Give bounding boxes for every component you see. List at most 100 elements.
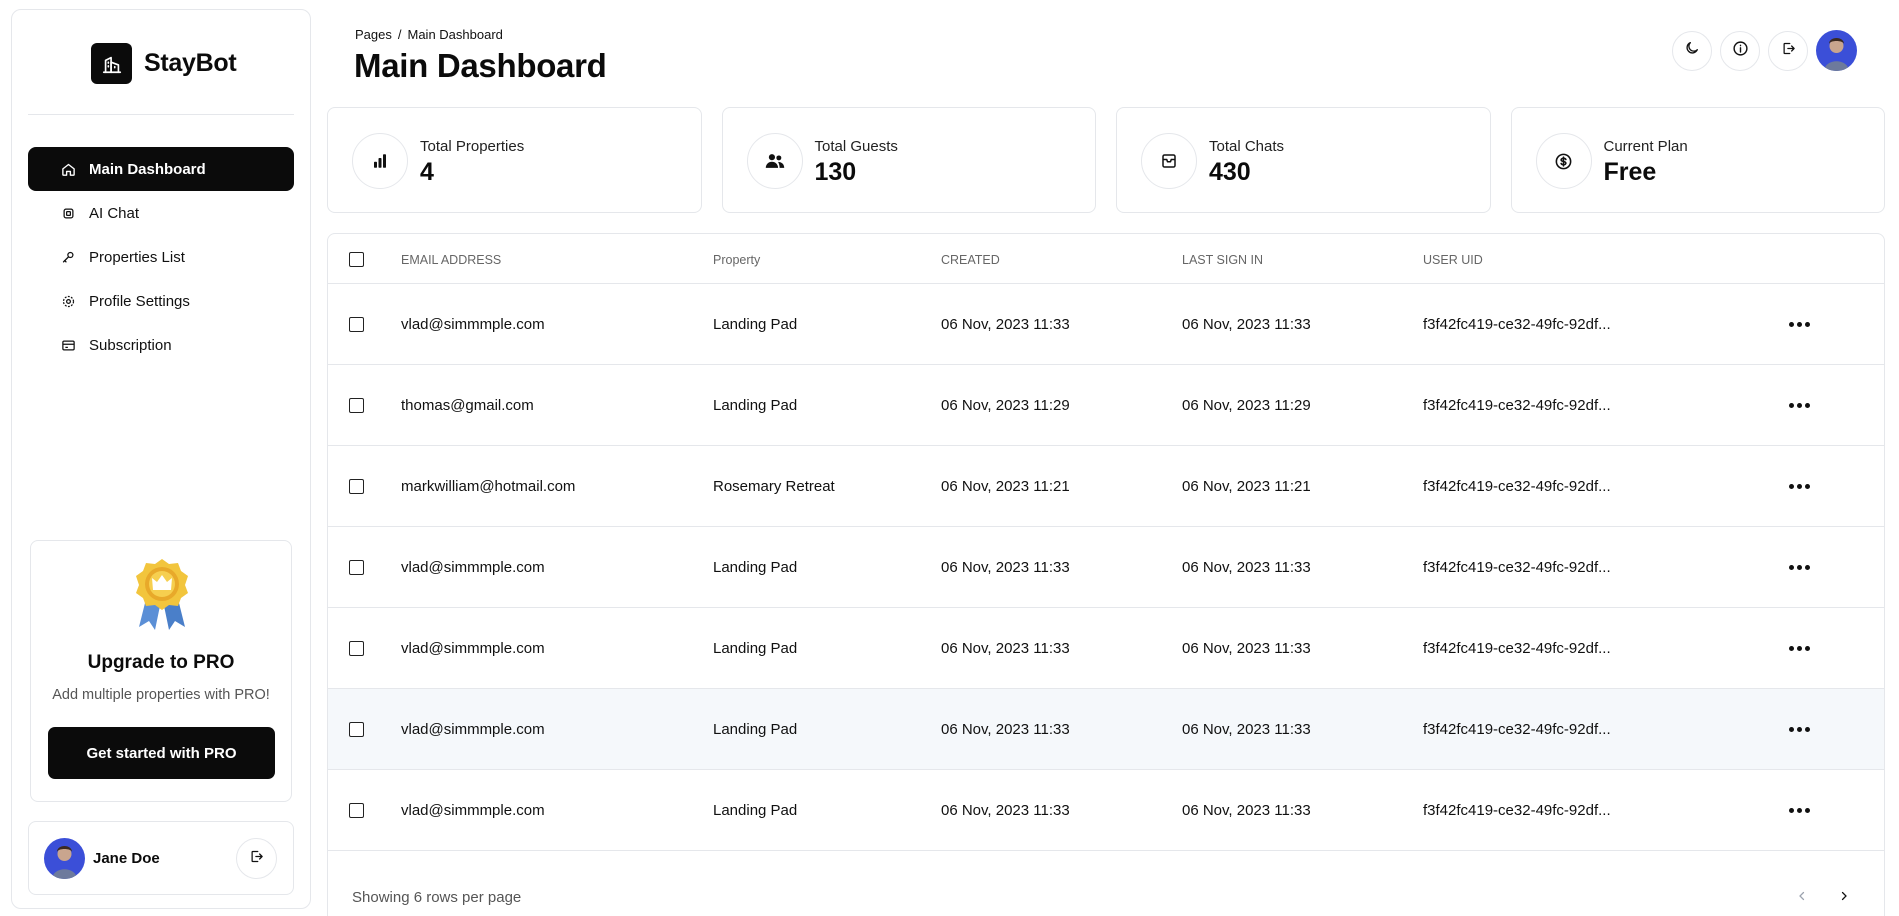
cell-created: 06 Nov, 2023 11:33 [941,640,1070,657]
sidebar-item-label: Properties List [89,248,185,266]
award-badge-icon [133,557,191,636]
breadcrumb-separator: / [397,27,402,42]
stat-label: Total Guests [814,138,898,155]
row-checkbox[interactable] [349,479,364,494]
next-page-button[interactable] [1832,886,1856,910]
cell-user-uid: f3f42fc419-ce32-49fc-92df... [1423,316,1611,333]
cell-created: 06 Nov, 2023 11:21 [941,478,1070,495]
select-all-checkbox-cell [349,252,364,267]
row-more-icon[interactable] [1784,634,1814,662]
row-more-icon[interactable] [1784,796,1814,824]
pro-title: Upgrade to PRO [87,652,235,673]
chip-icon [60,205,76,221]
chevron-left-icon [1796,889,1808,907]
stat-card-current-plan: Current Plan Free [1510,107,1885,213]
stats-row: Total Properties 4 Total Guests 130 Tota… [327,107,1885,213]
chevron-right-icon [1838,889,1850,907]
table-row[interactable]: vlad@simmmple.com Landing Pad 06 Nov, 20… [328,608,1884,689]
sidebar: StayBot Main Dashboard AI Chat Propertie… [11,9,311,909]
cell-property: Landing Pad [713,397,798,414]
cell-user-uid: f3f42fc419-ce32-49fc-92df... [1423,397,1611,414]
info-button[interactable] [1720,30,1760,71]
row-checkbox[interactable] [349,803,364,818]
brand[interactable]: StayBot [91,43,237,84]
cell-created: 06 Nov, 2023 11:33 [941,802,1070,819]
stat-value: 430 [1209,158,1251,186]
table-row[interactable]: thomas@gmail.com Landing Pad 06 Nov, 202… [328,365,1884,446]
pagination-info: Showing 6 rows per page [352,889,522,906]
cell-last-sign-in: 06 Nov, 2023 11:21 [1182,478,1311,495]
row-more-icon[interactable] [1784,553,1814,581]
pagination [1790,886,1856,910]
wrench-icon [60,249,76,265]
get-started-pro-button[interactable]: Get started with PRO [48,727,275,779]
column-header-user-uid[interactable]: USER UID [1423,253,1483,267]
stat-card-total-chats: Total Chats 430 [1116,107,1491,213]
row-more-icon[interactable] [1784,310,1814,338]
cell-property: Landing Pad [713,640,798,657]
cell-email: vlad@simmmple.com [401,316,545,333]
sidebar-item-profile-settings[interactable]: Profile Settings [28,279,294,323]
cell-property: Landing Pad [713,559,798,576]
sidebar-item-properties-list[interactable]: Properties List [28,235,294,279]
users-icon [746,133,803,189]
cell-created: 06 Nov, 2023 11:29 [941,397,1070,414]
stat-value: 4 [420,158,434,186]
sidebar-item-label: Profile Settings [89,292,190,310]
theme-toggle-button[interactable] [1672,30,1712,71]
table-row[interactable]: vlad@simmmple.com Landing Pad 06 Nov, 20… [328,527,1884,608]
row-checkbox[interactable] [349,398,364,413]
stat-label: Current Plan [1603,138,1688,155]
row-more-icon[interactable] [1784,472,1814,500]
dollar-icon [1535,133,1592,189]
cell-last-sign-in: 06 Nov, 2023 11:33 [1182,721,1311,738]
table-row[interactable]: vlad@simmmple.com Landing Pad 06 Nov, 20… [328,770,1884,851]
cell-user-uid: f3f42fc419-ce32-49fc-92df... [1423,802,1611,819]
row-checkbox[interactable] [349,641,364,656]
breadcrumb-current[interactable]: Main Dashboard [408,27,503,42]
sidebar-item-main-dashboard[interactable]: Main Dashboard [28,147,294,191]
page-title: Main Dashboard [354,47,607,84]
stat-label: Total Properties [420,138,525,155]
row-checkbox[interactable] [349,722,364,737]
column-header-property[interactable]: Property [713,253,760,267]
table-header: EMAIL ADDRESS Property CREATED LAST SIGN… [328,234,1884,284]
row-checkbox[interactable] [349,560,364,575]
brand-name: StayBot [144,49,237,77]
building-icon [91,43,132,84]
table-row[interactable]: vlad@simmmple.com Landing Pad 06 Nov, 20… [328,689,1884,770]
top-actions [1672,30,1857,71]
logout-icon [249,849,264,869]
column-header-last-sign-in[interactable]: LAST SIGN IN [1182,253,1263,267]
inbox-icon [1141,133,1197,189]
breadcrumb-pages[interactable]: Pages [355,27,392,42]
credit-card-icon [60,337,76,353]
logout-button[interactable] [236,838,277,879]
cell-created: 06 Nov, 2023 11:33 [941,721,1070,738]
cell-email: vlad@simmmple.com [401,802,545,819]
cell-property: Landing Pad [713,802,798,819]
row-checkbox[interactable] [349,317,364,332]
sidebar-item-subscription[interactable]: Subscription [28,323,294,367]
column-header-created[interactable]: CREATED [941,253,1000,267]
avatar[interactable] [44,838,85,879]
table-row[interactable]: vlad@simmmple.com Landing Pad 06 Nov, 20… [328,284,1884,365]
header-logout-button[interactable] [1768,30,1808,71]
previous-page-button[interactable] [1790,886,1814,910]
row-more-icon[interactable] [1784,715,1814,743]
table-row[interactable]: markwilliam@hotmail.com Rosemary Retreat… [328,446,1884,527]
row-more-icon[interactable] [1784,391,1814,419]
pro-subtitle: Add multiple properties with PRO! [52,687,270,703]
user-name: Jane Doe [93,850,160,867]
breadcrumb: Pages / Main Dashboard [355,27,503,42]
users-table: EMAIL ADDRESS Property CREATED LAST SIGN… [327,233,1885,916]
avatar[interactable] [1816,30,1857,71]
cell-property: Landing Pad [713,316,798,333]
select-all-checkbox[interactable] [349,252,364,267]
sidebar-item-ai-chat[interactable]: AI Chat [28,191,294,235]
stat-card-total-guests: Total Guests 130 [721,107,1096,213]
user-card: Jane Doe [28,821,294,895]
column-header-email[interactable]: EMAIL ADDRESS [401,253,501,267]
sidebar-item-label: AI Chat [89,204,140,222]
sidebar-nav: Main Dashboard AI Chat Properties List P… [28,147,294,367]
